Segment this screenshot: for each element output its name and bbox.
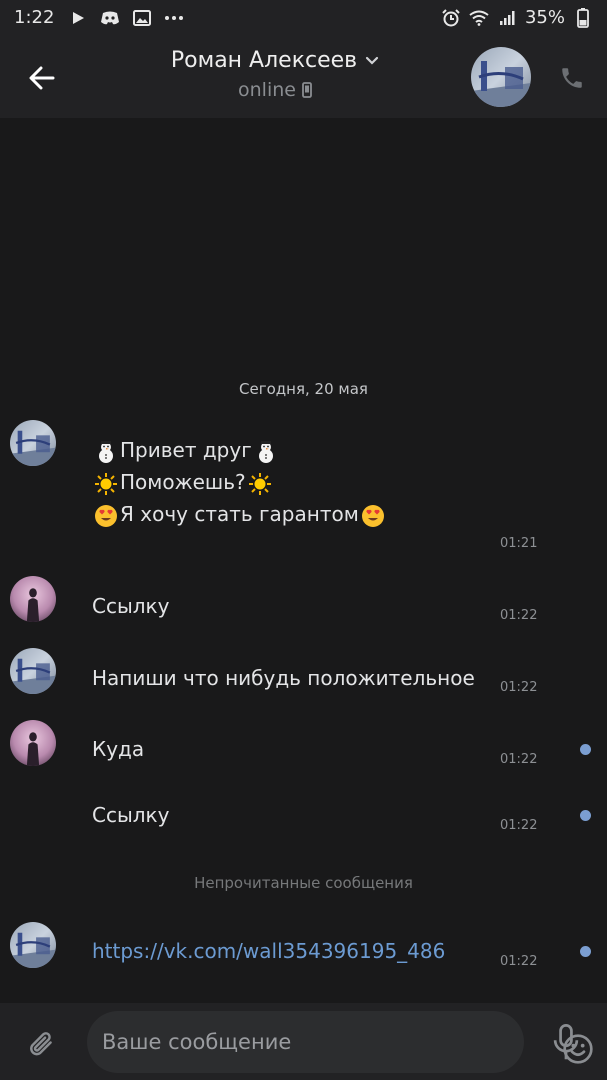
chat-title: Роман Алексеев	[170, 48, 358, 73]
voice-message-button[interactable]	[546, 1021, 586, 1065]
phone-icon	[562, 68, 582, 88]
message-time: 01:22	[500, 818, 538, 833]
message-time: 01:21	[500, 536, 538, 551]
status-bar: 1:22 35%	[0, 0, 607, 36]
chat-title-row[interactable]: Роман Алексеев	[171, 48, 379, 73]
sun-emoji-icon	[248, 472, 271, 495]
more-dots-icon	[164, 8, 184, 28]
message-input-box[interactable]	[87, 1011, 593, 1073]
snowman-emoji-icon	[99, 440, 113, 463]
discord-icon	[100, 8, 120, 28]
message-line-text: Привет друг	[120, 438, 252, 462]
back-button[interactable]	[22, 58, 62, 98]
mobile-icon	[302, 82, 312, 98]
message-line: Привет друг	[92, 434, 387, 466]
status-time: 1:22	[14, 7, 55, 28]
message-time: 01:22	[500, 752, 538, 767]
alarm-icon	[441, 8, 461, 28]
snowman-emoji-icon	[258, 440, 273, 463]
unread-indicator	[580, 744, 591, 755]
message-text: Привет друг Поможешь? Я хочу стать гаран…	[92, 434, 387, 530]
message-time: 01:22	[500, 954, 538, 969]
battery-percent: 35%	[524, 7, 565, 28]
message-text: Напиши что нибудь положительное	[92, 666, 475, 690]
sun-emoji-icon	[95, 472, 117, 495]
message-line: Я хочу стать гарантом	[92, 498, 387, 530]
message-composer	[0, 1003, 607, 1080]
message-line-text: Я хочу стать гарантом	[120, 502, 359, 526]
paperclip-icon	[30, 1032, 52, 1056]
attach-button[interactable]	[22, 1025, 62, 1065]
chat-title-block[interactable]: Роман Алексеев online	[130, 48, 420, 101]
message-text: Куда	[92, 737, 145, 761]
message-line-text: Поможешь?	[120, 470, 246, 494]
heart-eyes-emoji-icon	[361, 504, 384, 527]
online-status-label: online	[238, 79, 296, 101]
unread-separator: Непрочитанные сообщения	[194, 874, 413, 892]
sender-avatar[interactable]	[10, 648, 56, 694]
unread-indicator	[580, 946, 591, 957]
play-icon	[68, 8, 88, 28]
chevron-down-icon	[366, 56, 379, 65]
message-time: 01:22	[500, 608, 538, 623]
message-line: Поможешь?	[92, 466, 387, 498]
wifi-icon	[469, 8, 489, 28]
my-avatar[interactable]	[10, 720, 56, 766]
back-arrow-icon	[29, 66, 55, 90]
unread-indicator	[580, 810, 591, 821]
message-input[interactable]	[102, 1023, 462, 1061]
call-button[interactable]	[556, 62, 588, 94]
chat-header: Роман Алексеев online	[0, 36, 607, 118]
message-text: Ссылку	[92, 594, 170, 618]
microphone-icon	[553, 1024, 579, 1060]
online-status: online	[238, 79, 312, 101]
contact-avatar[interactable]	[471, 47, 531, 107]
image-icon	[132, 8, 152, 28]
signal-icon	[497, 8, 517, 28]
message-feed[interactable]: Сегодня, 20 мая Привет друг Поможешь? Я …	[0, 118, 607, 1003]
my-avatar[interactable]	[10, 576, 56, 622]
message-text: Ссылку	[92, 803, 170, 827]
message-time: 01:22	[500, 680, 538, 695]
sender-avatar[interactable]	[10, 420, 56, 466]
sender-avatar[interactable]	[10, 922, 56, 968]
date-separator: Сегодня, 20 мая	[239, 380, 368, 398]
message-link[interactable]: https://vk.com/wall354396195_486	[92, 935, 445, 967]
battery-icon	[573, 7, 593, 28]
heart-eyes-emoji-icon	[95, 504, 117, 527]
